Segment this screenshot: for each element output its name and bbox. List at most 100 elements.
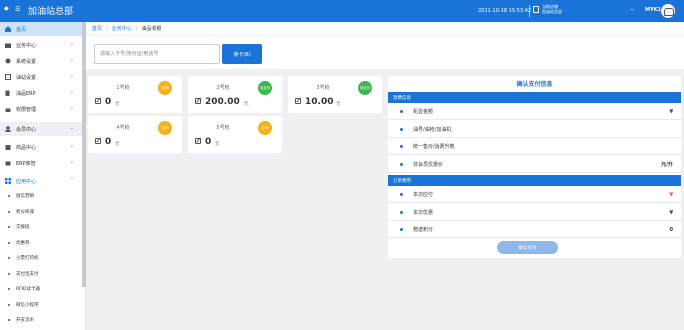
row-value: 元/升: [661, 162, 673, 168]
read-card-button[interactable]: 读卡(B): [222, 44, 262, 64]
row-label: 本次优惠: [413, 210, 434, 216]
pump-name: 5号枪: [216, 125, 230, 131]
payment-row: 统一售价/消费升数: [388, 139, 681, 155]
sidebar-subitem-sms[interactable]: 短信营销: [8, 193, 34, 199]
pump-unit: 元: [244, 102, 249, 107]
breadcrumb-section[interactable]: 业务中心: [112, 25, 132, 32]
pump-card-5[interactable]: 5号枪 空闲 0 元: [188, 116, 282, 153]
sidebar-subitem-receipt-printer[interactable]: 小票打印机: [8, 255, 39, 261]
sidebar: 首页 业务中心 ⌄ 系统设置 ⌄ 油站设置 ⌄ 油品ERP ⌄ 权限管理 ⌄ 会…: [0, 22, 86, 330]
apps-icon: [5, 178, 11, 184]
sidebar-item-label: 业务中心: [16, 42, 37, 49]
edit-icon[interactable]: [195, 98, 201, 104]
pump-unit: 元: [336, 102, 341, 107]
pump-name: 4号枪: [116, 125, 130, 131]
sidebar-item-permissions[interactable]: 权限管理 ⌄: [0, 102, 82, 116]
store-dropdown-icon[interactable]: ⌄: [630, 6, 634, 12]
row-label: 赠送积分: [413, 227, 434, 233]
chevron-down-icon: ⌄: [69, 105, 74, 111]
sidebar-item-label: 商品中心: [16, 144, 37, 151]
sidebar-item-home[interactable]: 首页: [0, 22, 82, 36]
warehouse-icon: [5, 160, 11, 166]
home-icon: [5, 26, 11, 32]
sidebar-item-oil-erp[interactable]: 油品ERP ⌄: [0, 86, 82, 100]
edit-icon[interactable]: [195, 138, 201, 144]
menu-toggle-icon[interactable]: ☰: [15, 6, 20, 13]
breadcrumb-home[interactable]: 首页: [92, 25, 102, 32]
search-input[interactable]: [94, 44, 220, 64]
payment-row: 本次应付 ¥: [388, 187, 681, 203]
username[interactable]: MYK1: [645, 7, 661, 13]
confirm-payment-button[interactable]: 确认支付: [497, 241, 558, 254]
sidebar-subitem-alipay[interactable]: 支付宝支付: [8, 271, 39, 277]
logo-icon: ◆: [4, 5, 9, 12]
pump-card-2[interactable]: 2号枪 待支付 200.00 元: [188, 76, 282, 113]
search-panel: 读卡(B): [86, 35, 684, 69]
avatar[interactable]: [661, 4, 675, 18]
pump-amount: 0: [105, 137, 112, 147]
sidebar-subitem-coupons[interactable]: 优惠券: [8, 240, 30, 246]
box-icon: [5, 144, 11, 150]
pump-name: 2号枪: [216, 85, 230, 91]
sidebar-subitem-expense-flow[interactable]: 开支流水: [8, 317, 34, 323]
pump-card-3[interactable]: 3号枪 待支付 10.00 元: [288, 76, 382, 113]
sidebar-item-label: 应用中心: [16, 178, 37, 185]
current-store[interactable]: 当前店铺 加油站总部: [542, 4, 562, 14]
store-icon: [533, 6, 539, 13]
status-badge: 空闲: [258, 121, 272, 135]
edit-icon[interactable]: [295, 98, 301, 104]
sidebar-subitem-rfid[interactable]: RFID读卡器: [8, 286, 40, 292]
pump-name: 3号枪: [316, 85, 330, 91]
sidebar-item-members[interactable]: 会员中心 ⌄: [0, 122, 82, 136]
pump-unit: 元: [115, 142, 120, 147]
pump-card-4[interactable]: 4号枪 空闲 0 元: [88, 116, 182, 153]
sidebar-subitem-points-mall[interactable]: 积分商城: [8, 209, 34, 215]
payment-title: 确认支付信息: [516, 81, 553, 88]
bullet-icon: [400, 211, 403, 214]
pump-unit: 元: [115, 102, 120, 107]
row-label: 非会员优惠价: [413, 162, 444, 168]
payment-row: 赠送积分 0: [388, 222, 681, 238]
order-section-header: 订单费用: [388, 175, 681, 186]
sidebar-item-system[interactable]: 系统设置 ⌄: [0, 54, 82, 68]
store-name: 加油站总部: [542, 9, 562, 14]
sidebar-subitem-shift[interactable]: 交接班: [8, 224, 30, 230]
station-icon: [5, 74, 11, 80]
chevron-down-icon: ⌄: [69, 143, 74, 149]
payment-panel: 确认支付信息 消费信息 机显金额 ¥ 油号/油枪/加油机 统一售价/消费升数 非…: [388, 76, 681, 258]
sidebar-item-apps[interactable]: 应用中心 ⌃: [0, 174, 82, 188]
chevron-down-icon: ⌄: [69, 159, 74, 165]
bullet-icon: [400, 193, 403, 196]
header-divider: [529, 5, 530, 17]
gear-icon: [5, 58, 11, 64]
chevron-up-icon: ⌃: [69, 177, 74, 183]
row-label: 统一售价/消费升数: [413, 144, 455, 150]
sidebar-item-business[interactable]: 业务中心 ⌄: [0, 38, 82, 52]
row-value: ¥: [669, 108, 673, 115]
breadcrumb: 首页 / 业务中心 / 油品收银: [86, 22, 684, 35]
pump-name: 1号枪: [116, 85, 130, 91]
row-value: ¥: [669, 191, 673, 198]
bullet-icon: [400, 110, 403, 113]
breadcrumb-separator: /: [106, 25, 108, 32]
breadcrumb-current: 油品收银: [141, 26, 162, 32]
sidebar-subitem-wechat-mini[interactable]: 微信小程序: [8, 302, 39, 308]
edit-icon[interactable]: [95, 138, 101, 144]
bullet-icon: [400, 128, 403, 131]
chevron-down-icon: ⌄: [69, 73, 74, 79]
sidebar-item-erp-storage[interactable]: ERP库管 ⌄: [0, 156, 82, 170]
pump-amount: 0: [105, 97, 112, 107]
pump-amount: 10.00: [305, 97, 334, 107]
sidebar-item-products[interactable]: 商品中心 ⌄: [0, 140, 82, 154]
consume-section-header: 消费信息: [388, 92, 681, 103]
chevron-down-icon: ⌄: [69, 125, 74, 131]
lock-icon: [5, 106, 11, 112]
sidebar-item-station[interactable]: 油站设置 ⌄: [0, 70, 82, 84]
edit-icon[interactable]: [95, 98, 101, 104]
sidebar-item-label: 首页: [16, 26, 27, 33]
pump-amount: 0: [205, 137, 212, 147]
pump-card-1[interactable]: 1号枪 空闲 0 元: [88, 76, 182, 113]
chevron-down-icon: ⌄: [69, 57, 74, 63]
payment-row: 本次优惠 ¥: [388, 205, 681, 221]
sidebar-item-label: 系统设置: [16, 58, 37, 65]
